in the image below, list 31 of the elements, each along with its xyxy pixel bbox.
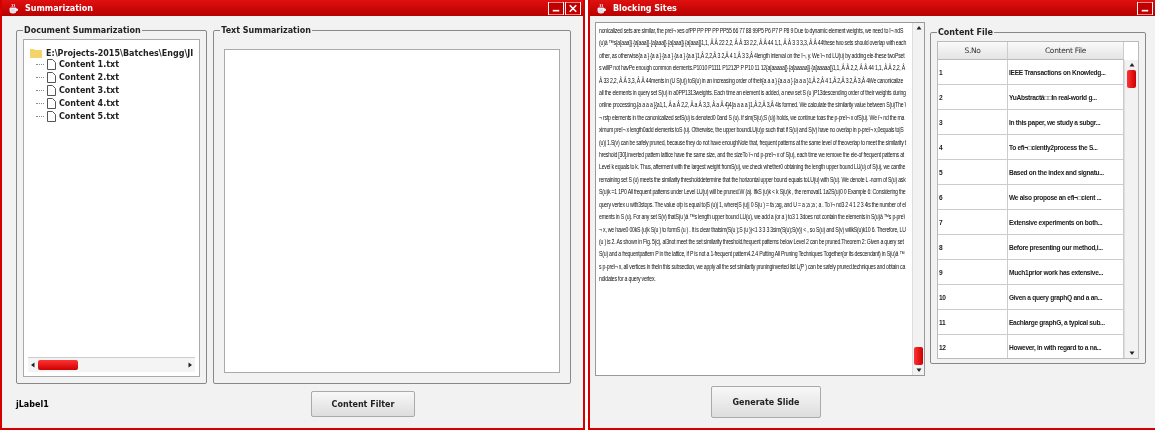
group-title: Content File: [937, 28, 994, 37]
tree-item[interactable]: E:\Projects-2015\Batches\Engg\JI: [30, 48, 194, 58]
file-icon: [47, 98, 56, 109]
window-title: Blocking Sites: [613, 3, 677, 13]
vertical-scrollbar[interactable]: [1124, 60, 1138, 358]
tree-item[interactable]: Content 3.txt: [59, 86, 120, 95]
minimize-button[interactable]: [548, 1, 564, 15]
horizontal-scrollbar[interactable]: [28, 357, 196, 372]
scrollbar-thumb[interactable]: [38, 360, 78, 370]
vertical-scrollbar[interactable]: [912, 23, 924, 375]
content-filter-button[interactable]: Content Filter: [311, 391, 415, 417]
group-title: Text Summarization: [220, 26, 312, 35]
generate-slide-button[interactable]: Generate Slide: [711, 386, 821, 418]
coffee-cup-icon: [8, 2, 19, 14]
file-icon: [47, 59, 56, 70]
tree-item[interactable]: Content 5.txt: [59, 112, 120, 121]
file-icon: [47, 72, 56, 83]
window-title: Summarization: [25, 3, 94, 13]
group-title: Document Summarization: [23, 26, 142, 35]
status-label: jLabel1: [16, 399, 50, 409]
scrollbar-thumb[interactable]: [1127, 70, 1136, 88]
tree-item[interactable]: Content 2.txt: [59, 73, 120, 82]
close-button[interactable]: [565, 1, 581, 15]
tree-item[interactable]: Content 4.txt: [59, 99, 120, 108]
minimize-button[interactable]: [1137, 1, 1153, 15]
file-icon: [47, 111, 56, 122]
tree-item[interactable]: Content 1.txt: [59, 60, 120, 69]
coffee-cup-icon: [596, 2, 607, 14]
file-icon: [47, 85, 56, 96]
text-area[interactable]: [595, 22, 925, 376]
scrollbar-thumb[interactable]: [914, 347, 923, 365]
